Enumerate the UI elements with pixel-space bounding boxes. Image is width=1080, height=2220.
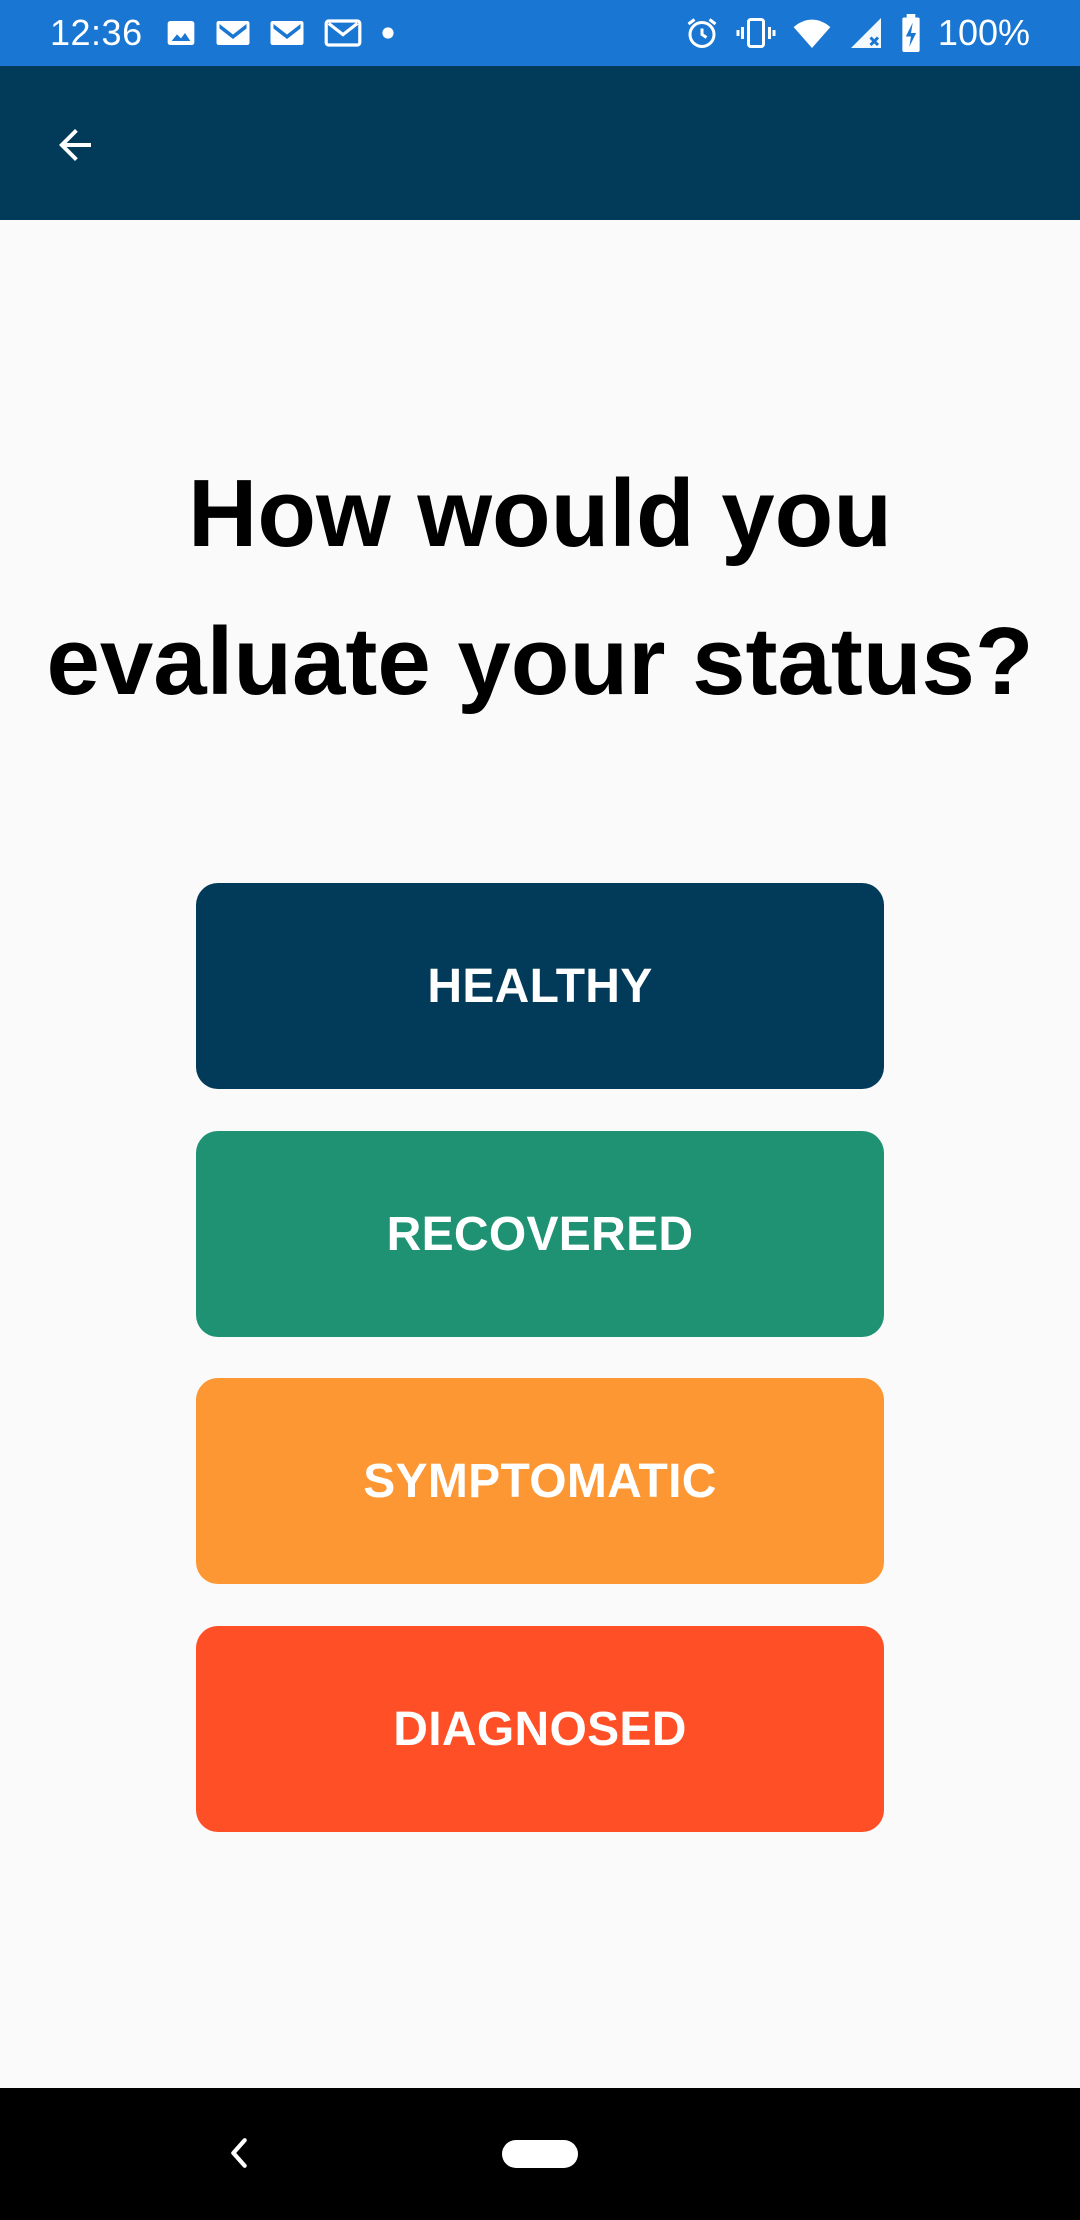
- alarm-icon: [684, 15, 720, 51]
- page-title: How would you evaluate your status?: [46, 460, 1034, 715]
- symptomatic-button[interactable]: SYMPTOMATIC: [196, 1378, 884, 1584]
- gmail-outline-icon: [323, 17, 363, 49]
- home-pill-icon[interactable]: [502, 2140, 578, 2168]
- arrow-left-icon: [51, 121, 99, 174]
- battery-charging-icon: [900, 14, 922, 52]
- vibrate-icon: [736, 15, 776, 51]
- battery-percentage: 100%: [937, 12, 1030, 53]
- gmail-icon: [215, 18, 251, 48]
- signal-icon: [848, 15, 884, 51]
- dot-icon: [381, 26, 395, 40]
- image-icon: [165, 17, 197, 49]
- diagnosed-button[interactable]: DIAGNOSED: [196, 1626, 884, 1832]
- back-button[interactable]: [40, 112, 110, 182]
- status-bar: 12:36 100%: [0, 0, 1080, 66]
- notification-icons: [165, 17, 395, 49]
- system-icons: 100%: [684, 12, 1030, 54]
- status-time: 12:36: [50, 12, 143, 53]
- navigation-bar: [0, 2088, 1080, 2220]
- app-bar: [0, 66, 1080, 220]
- healthy-button[interactable]: HEALTHY: [196, 883, 884, 1089]
- recovered-button[interactable]: RECOVERED: [196, 1131, 884, 1337]
- nav-back-button[interactable]: [216, 2132, 262, 2178]
- wifi-icon: [792, 16, 832, 50]
- gmail-icon: [269, 18, 305, 48]
- chevron-left-icon: [224, 2136, 254, 2175]
